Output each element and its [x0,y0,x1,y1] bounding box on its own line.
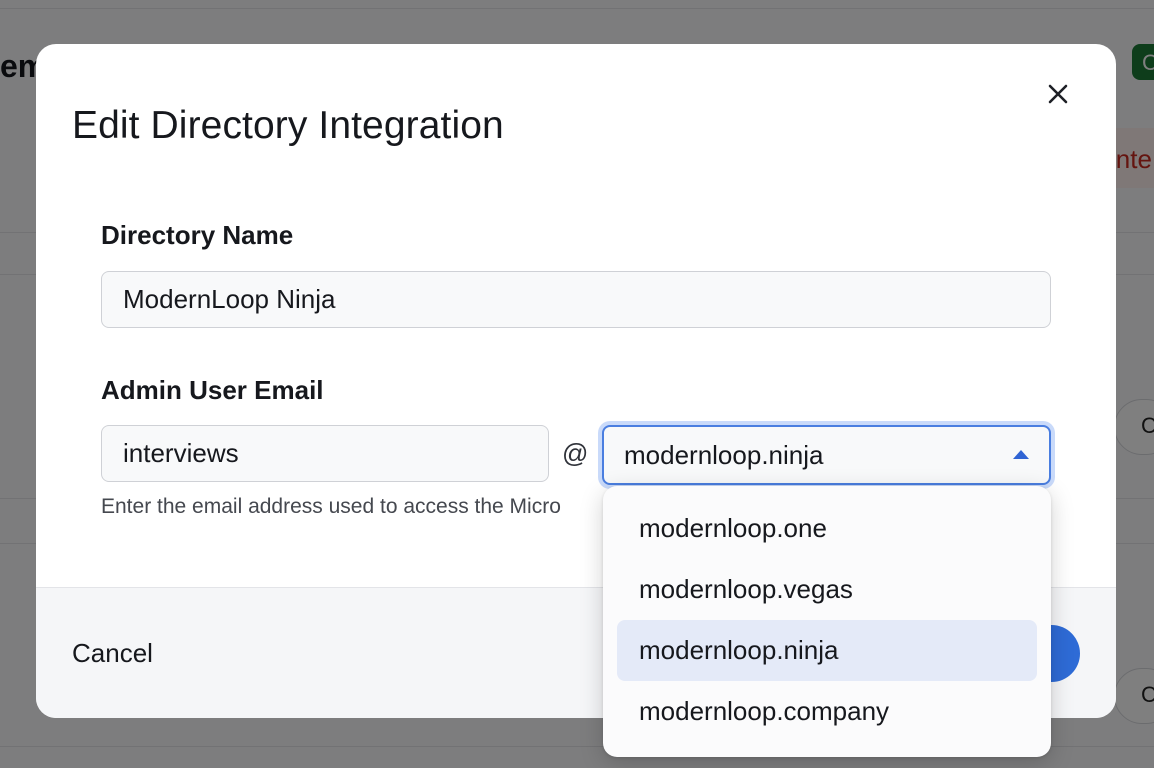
dropdown-option[interactable]: modernloop.vegas [617,559,1037,620]
directory-name-value: ModernLoop Ninja [123,284,336,314]
email-domain-value: modernloop.ninja [624,439,824,470]
caret-up-icon [1013,450,1029,459]
dropdown-option[interactable]: modernloop.company [617,681,1037,742]
directory-name-label: Directory Name [101,220,294,250]
cancel-button[interactable]: Cancel [72,638,153,669]
at-symbol: @ [562,438,589,468]
admin-email-label: Admin User Email [101,375,324,405]
dropdown-option-selected[interactable]: modernloop.ninja [617,620,1037,681]
dropdown-option[interactable]: modernloop.one [617,498,1037,559]
domain-dropdown-menu: modernloop.one modernloop.vegas modernlo… [603,486,1051,757]
helper-text: Enter the email address used to access t… [101,495,561,518]
modal-title: Edit Directory Integration [72,104,504,147]
close-icon [1048,84,1068,104]
email-domain-select[interactable]: modernloop.ninja [602,425,1051,485]
close-button[interactable] [1042,78,1074,110]
email-local-part-input[interactable]: interviews [101,425,549,482]
directory-name-input[interactable]: ModernLoop Ninja [101,271,1051,328]
email-local-part-value: interviews [123,438,239,468]
